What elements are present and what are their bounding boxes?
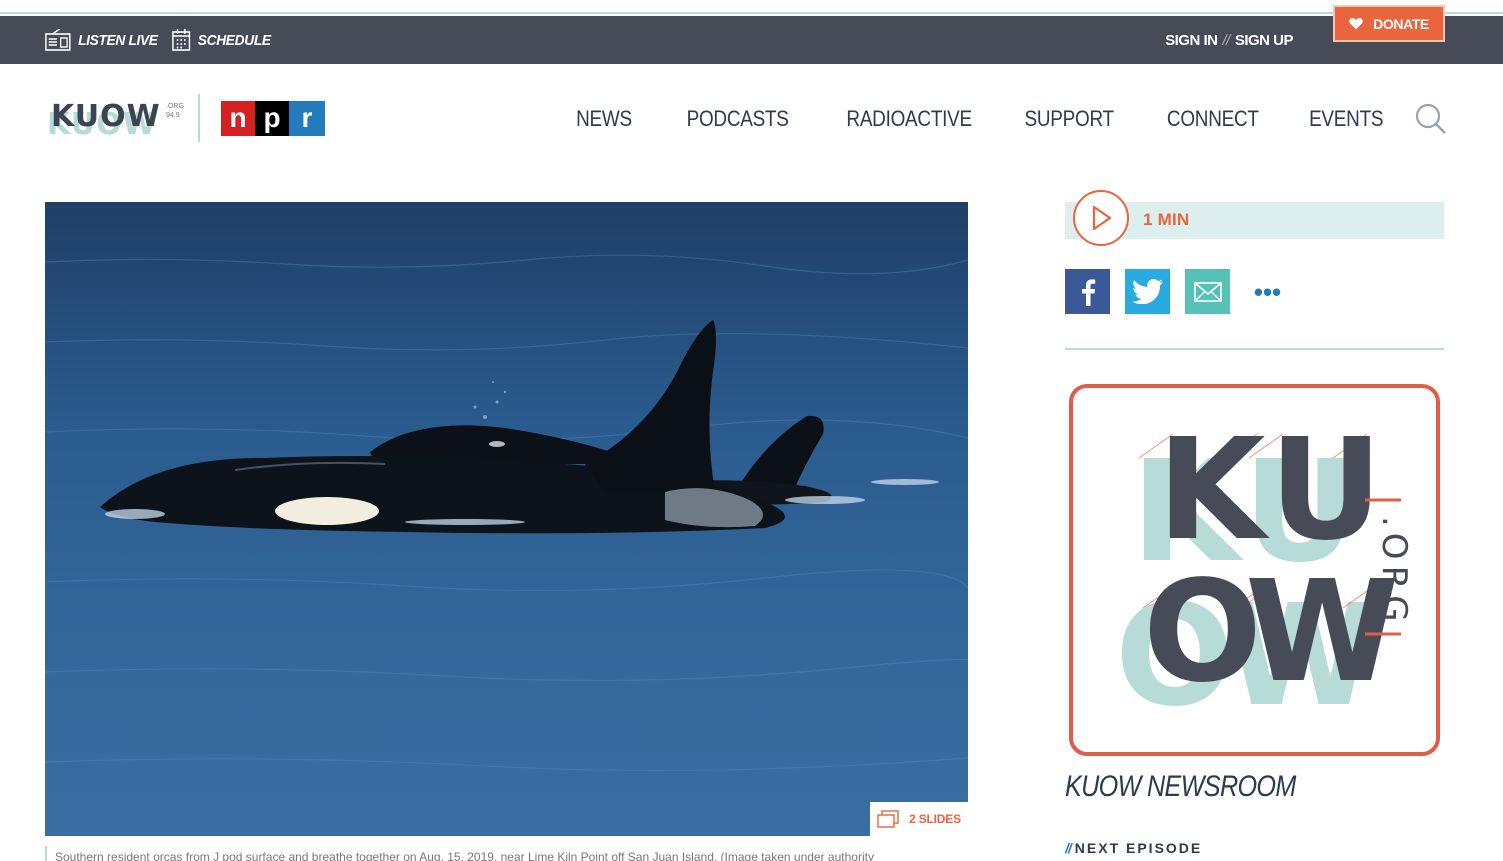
calendar-icon	[172, 29, 191, 51]
kuow-logo[interactable]: KUOW KUOW .ORG 94.9	[45, 92, 185, 142]
share-email-button[interactable]	[1185, 269, 1230, 314]
logo-suffix: .ORG	[166, 103, 184, 110]
email-icon	[1193, 281, 1222, 302]
account-separator: //	[1222, 31, 1230, 49]
slides-icon	[877, 810, 899, 828]
search-icon	[1415, 103, 1446, 134]
schedule-link[interactable]: SCHEDULE	[172, 16, 271, 64]
npr-logo[interactable]: n p r	[221, 101, 325, 136]
nav-news[interactable]: NEWS	[576, 106, 632, 132]
account-links: SIGN IN // SIGN UP	[1165, 16, 1293, 64]
show-artwork-graphic: K U O W K U O W .ORG	[1115, 409, 1414, 738]
heart-icon	[1349, 18, 1363, 30]
npr-letter-n: n	[221, 101, 255, 136]
share-facebook-button[interactable]	[1065, 269, 1110, 314]
npr-letter-p: p	[255, 101, 289, 136]
more-icon: •••	[1253, 276, 1282, 307]
show-artwork[interactable]: K U O W K U O W .ORG	[1069, 384, 1440, 756]
nav-podcasts[interactable]: PODCASTS	[686, 106, 788, 132]
schedule-label: SCHEDULE	[197, 31, 271, 49]
nav-connect[interactable]: CONNECT	[1167, 106, 1259, 132]
browser-bookmarks-strip	[0, 0, 1503, 14]
slides-label: 2 SLIDES	[909, 812, 961, 826]
share-more-button[interactable]: •••	[1245, 269, 1290, 314]
photo-caption: Southern resident orcas from J pod surfa…	[45, 846, 968, 861]
logo-divider	[198, 94, 200, 142]
hero-image[interactable]: 2 SLIDES	[45, 202, 968, 836]
listen-live-label: LISTEN LIVE	[78, 31, 158, 49]
main-nav: NEWS PODCASTS RADIOACTIVE SUPPORT CONNEC…	[529, 100, 1383, 138]
logo-wordmark: KUOW	[51, 99, 161, 134]
logo-frequency: 94.9	[166, 112, 180, 119]
nav-radioactive[interactable]: RADIOACTIVE	[847, 106, 973, 132]
donate-button[interactable]: DONATE	[1333, 5, 1445, 42]
nav-events[interactable]: EVENTS	[1309, 106, 1383, 132]
art-letter-u: U	[1269, 409, 1383, 572]
npr-letter-r: r	[289, 101, 325, 136]
sign-in-link[interactable]: SIGN IN	[1165, 32, 1218, 49]
sign-up-link[interactable]: SIGN UP	[1235, 32, 1294, 49]
utility-bar: LISTEN LIVE SCHEDULE SIGN IN // SIGN UP	[0, 16, 1503, 64]
art-letter-k: K	[1157, 409, 1270, 572]
next-episode-label: NEXT EPISODE	[1074, 840, 1203, 856]
twitter-icon	[1132, 279, 1163, 304]
listen-live-link[interactable]: LISTEN LIVE	[45, 16, 158, 64]
radio-icon	[45, 29, 71, 51]
audio-duration: 1 MIN	[1143, 210, 1190, 229]
next-episode-heading: //NEXT EPISODE	[1065, 840, 1202, 856]
nav-support[interactable]: SUPPORT	[1025, 106, 1115, 132]
next-episode-slashes: //	[1065, 840, 1072, 856]
donate-label: DONATE	[1373, 15, 1429, 32]
art-domain: .ORG	[1374, 516, 1414, 628]
search-button[interactable]	[1415, 103, 1447, 135]
play-button[interactable]	[1073, 190, 1129, 246]
show-title[interactable]: KUOW NEWSROOM	[1065, 770, 1296, 804]
orca-photo	[45, 202, 968, 836]
share-twitter-button[interactable]	[1125, 269, 1170, 314]
share-divider	[1065, 348, 1444, 350]
play-icon	[1092, 205, 1112, 231]
facebook-icon	[1081, 278, 1095, 306]
slideshow-button[interactable]: 2 SLIDES	[870, 802, 968, 836]
